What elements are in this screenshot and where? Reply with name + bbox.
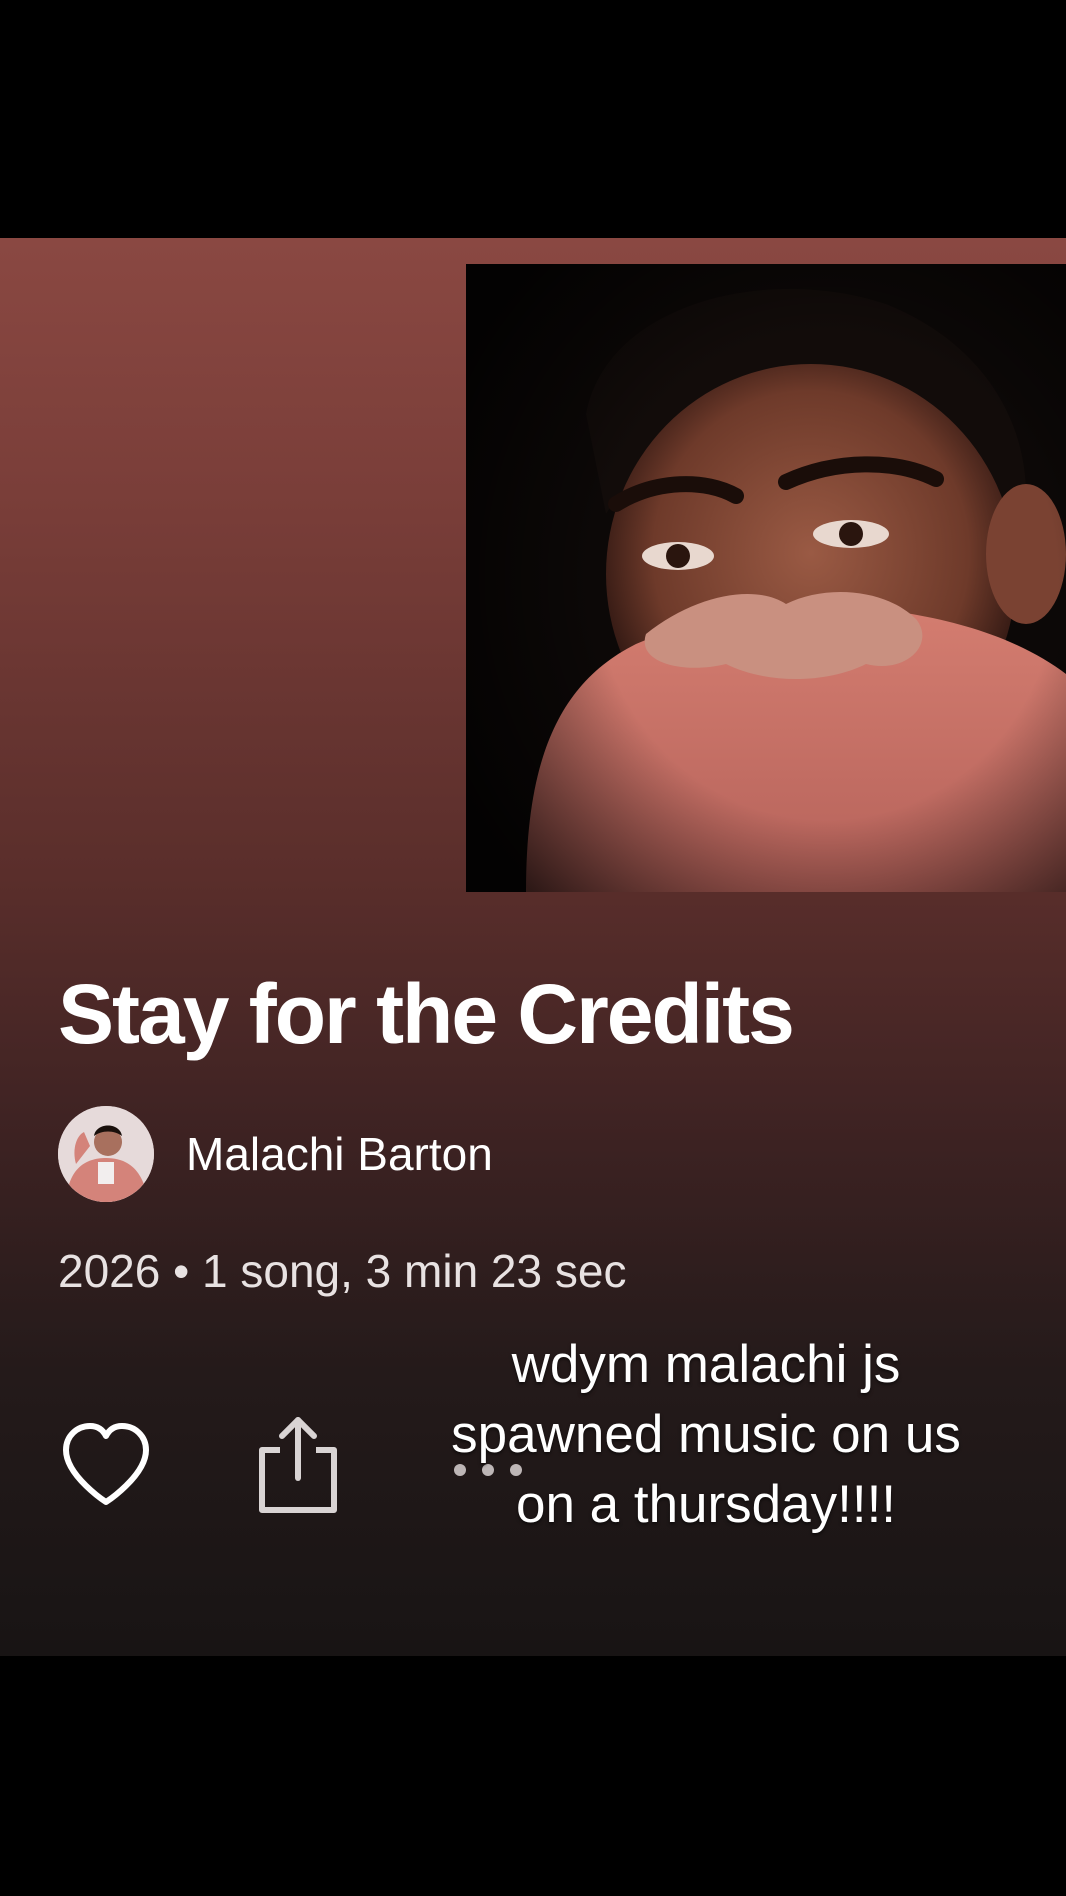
heart-icon [63, 1423, 149, 1505]
avatar-image [58, 1106, 154, 1202]
share-icon [259, 1417, 337, 1513]
caption-line: on a thursday!!!! [515, 1475, 897, 1534]
like-button[interactable] [58, 1418, 154, 1514]
artist-avatar[interactable] [58, 1106, 154, 1202]
bottom-letterbox [0, 1656, 1066, 1896]
caption-line: spawned music on us [451, 1405, 961, 1464]
caption-overlay: wdym malachi js spawned music on us on a… [406, 1330, 1006, 1540]
cover-portrait-image [466, 264, 1066, 892]
artist-name[interactable]: Malachi Barton [186, 1127, 493, 1181]
release-info: 2026 • 1 song, 3 min 23 sec [58, 1245, 627, 1297]
caption-line: wdym malachi js [511, 1335, 901, 1394]
share-button[interactable] [256, 1412, 340, 1516]
album-title: Stay for the Credits [58, 967, 795, 1061]
top-letterbox [0, 0, 1066, 238]
album-cover-art [466, 264, 1066, 892]
artist-row[interactable]: Malachi Barton [58, 1104, 493, 1204]
album-header: Stay for the Credits Malachi Barton 2026… [0, 238, 1066, 1656]
